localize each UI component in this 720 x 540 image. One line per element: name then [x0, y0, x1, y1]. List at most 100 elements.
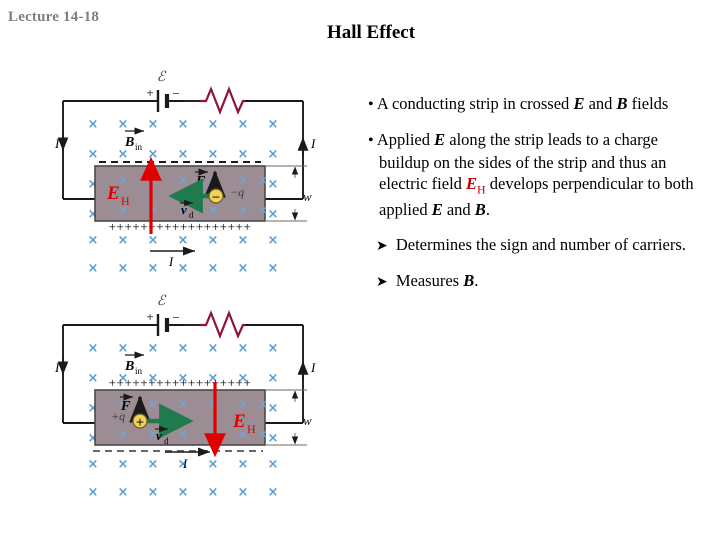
- page-title: Hall Effect: [326, 22, 416, 43]
- svg-text:×: ×: [268, 341, 279, 356]
- sub-bullet-2-text-2: .: [474, 271, 479, 291]
- svg-text:×: ×: [178, 427, 188, 441]
- bullet2-text-1: Applied: [376, 130, 435, 150]
- charge-carrier-sign: +: [135, 416, 144, 429]
- svg-text:×: ×: [268, 431, 279, 446]
- svg-text:×: ×: [208, 233, 219, 248]
- svg-text:×: ×: [238, 457, 249, 472]
- svg-text:×: ×: [238, 397, 248, 411]
- eh-base: E: [466, 174, 478, 194]
- svg-text:×: ×: [268, 117, 279, 132]
- sub-bullet-2: ➤ Measures B.: [368, 270, 704, 292]
- b-field-label-group: B in: [124, 127, 144, 152]
- svg-text:×: ×: [268, 371, 279, 386]
- battery-plus-label: +: [146, 85, 153, 100]
- force-label: F: [195, 174, 206, 189]
- svg-text:×: ×: [178, 261, 189, 276]
- svg-text:×: ×: [148, 233, 159, 248]
- charge-carrier-label: −q: [230, 185, 244, 199]
- svg-text:×: ×: [238, 117, 249, 132]
- svg-text:×: ×: [238, 147, 249, 162]
- svg-text:×: ×: [208, 485, 219, 500]
- svg-text:×: ×: [208, 457, 219, 472]
- svg-text:×: ×: [148, 117, 159, 132]
- bullet2-symbol-e1: E: [434, 130, 446, 150]
- svg-text:×: ×: [268, 233, 279, 248]
- svg-text:×: ×: [148, 147, 159, 162]
- strip-current-label: I: [182, 456, 188, 471]
- svg-text:×: ×: [178, 117, 189, 132]
- svg-text:×: ×: [88, 233, 99, 248]
- svg-text:×: ×: [258, 397, 268, 411]
- bullet-point-1: • A conducting strip in crossed E and B …: [368, 93, 704, 115]
- bullet1-symbol-b: B: [616, 94, 628, 113]
- svg-text:×: ×: [208, 117, 219, 132]
- svg-text:×: ×: [208, 147, 219, 162]
- svg-text:×: ×: [268, 261, 279, 276]
- svg-text:×: ×: [238, 233, 249, 248]
- svg-text:×: ×: [268, 147, 279, 162]
- eh-subscript: H: [477, 182, 486, 197]
- charge-carrier-sign: −: [211, 191, 220, 204]
- hall-field-sublabel: H: [247, 422, 256, 436]
- width-label: w: [303, 413, 312, 428]
- svg-text:×: ×: [118, 261, 129, 276]
- resistor-icon: [200, 309, 245, 340]
- b-field-sublabel: in: [135, 142, 143, 152]
- bullet-marker: •: [368, 96, 374, 113]
- hall-field-label: E: [232, 411, 246, 432]
- svg-text:×: ×: [238, 485, 249, 500]
- bullet2-text-5: .: [485, 199, 490, 219]
- drift-velocity-label: v: [156, 428, 162, 443]
- svg-text:×: ×: [178, 233, 189, 248]
- svg-text:×: ×: [238, 341, 249, 356]
- svg-text:×: ×: [258, 203, 268, 217]
- svg-text:×: ×: [148, 397, 158, 411]
- bullet2-symbol-eh: EH: [466, 174, 486, 196]
- arrow-bullet-marker: ➤: [376, 238, 388, 255]
- svg-text:×: ×: [178, 485, 189, 500]
- svg-text:×: ×: [118, 341, 129, 356]
- strip-current-label: I: [168, 254, 174, 269]
- bullet2-symbol-b: B: [474, 199, 486, 219]
- emf-source: + − ℰ: [141, 70, 185, 112]
- svg-text:×: ×: [178, 147, 189, 162]
- svg-text:×: ×: [88, 341, 99, 356]
- bullet2-text-4: and: [442, 199, 475, 219]
- sub-bullet-1-text: Determines the sign and number of carrie…: [395, 235, 686, 255]
- bullet2-symbol-e2: E: [431, 199, 443, 219]
- emf-source: + − ℰ: [141, 294, 185, 336]
- current-label-left: I: [55, 136, 60, 151]
- bullet-point-2: • Applied E along the strip leads to a c…: [368, 129, 704, 220]
- svg-text:×: ×: [148, 341, 159, 356]
- svg-text:×: ×: [208, 261, 219, 276]
- sub-bullet-2-symbol-b: B: [463, 271, 475, 291]
- svg-text:×: ×: [268, 207, 279, 222]
- figure-hall-effect-negative-carriers: + − ℰ I I × × × × × × × × × × × × × × × × × × × × × …: [55, 66, 367, 288]
- svg-text:×: ×: [88, 147, 99, 162]
- svg-text:×: ×: [148, 485, 159, 500]
- bullet-marker: •: [368, 132, 374, 150]
- svg-text:×: ×: [268, 401, 279, 416]
- svg-text:×: ×: [88, 371, 99, 386]
- current-label-right: I: [310, 360, 316, 375]
- b-field-label: B: [124, 359, 134, 374]
- svg-text:×: ×: [148, 457, 159, 472]
- figure-hall-effect-positive-carriers: + − ℰ I I × × × × × × × × × × × × × × × × × × × × × …: [55, 290, 367, 512]
- bullet1-text-mid: and: [584, 94, 617, 113]
- strip-bottom-edge-charges: ++++++++++++++++++: [109, 219, 252, 234]
- strip-top-edge-charges: ++++++++++++++++++: [109, 375, 252, 390]
- svg-text:×: ×: [88, 485, 99, 500]
- svg-text:×: ×: [258, 427, 268, 441]
- sub-bullet-2-text-1: Measures: [395, 271, 464, 291]
- svg-text:×: ×: [88, 457, 99, 472]
- svg-text:×: ×: [238, 261, 249, 276]
- svg-text:×: ×: [208, 203, 218, 217]
- slide-body-text: • A conducting strip in crossed E and B …: [368, 93, 704, 306]
- hall-field-label: E: [106, 183, 120, 204]
- svg-text:×: ×: [268, 485, 279, 500]
- bullet1-text-1: A conducting strip in crossed: [376, 94, 570, 113]
- svg-text:×: ×: [178, 397, 188, 411]
- svg-text:×: ×: [118, 485, 129, 500]
- b-field-label-group: B in: [124, 351, 144, 376]
